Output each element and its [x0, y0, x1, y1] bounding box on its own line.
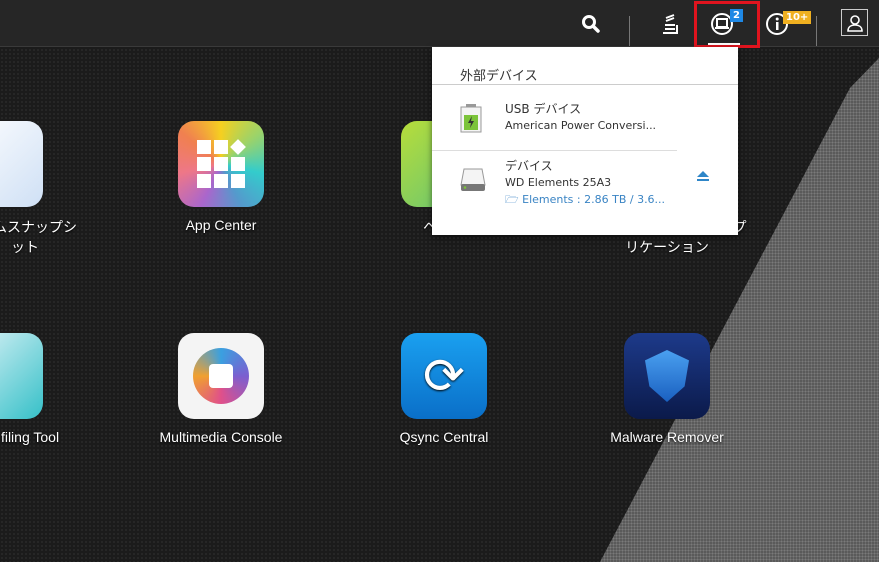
tasks-icon: [663, 14, 678, 34]
app-snapshot[interactable]: ムスナップシ ット: [0, 121, 85, 257]
device-name: American Power Conversi...: [505, 119, 657, 132]
malware-remover-icon: [624, 333, 710, 419]
device-type: USB デバイス: [505, 102, 582, 116]
volume-link[interactable]: 🗁 Elements : 2.86 TB / 3.6...: [505, 191, 665, 210]
snapshot-app-icon: [0, 121, 43, 207]
app-label: Multimedia Console: [159, 429, 283, 445]
qsync-icon: ⟳: [401, 333, 487, 419]
user-icon: [846, 14, 863, 32]
device-row-wd[interactable]: デバイス WD Elements 25A3 🗁 Elements : 2.86 …: [432, 152, 738, 222]
eject-icon[interactable]: [696, 170, 710, 182]
volume-usage: Elements : 2.86 TB / 3.6...: [522, 193, 666, 206]
background-tasks-button[interactable]: [655, 8, 685, 40]
app-malware-remover[interactable]: Malware Remover: [582, 333, 752, 445]
device-name: WD Elements 25A3: [505, 176, 612, 189]
app-app-center[interactable]: App Center: [136, 121, 306, 233]
search-icon: [582, 15, 600, 33]
dropdown-title: 外部デバイス: [432, 47, 738, 85]
hard-drive-icon: [460, 168, 486, 191]
app-label: Malware Remover: [610, 429, 724, 445]
highlight-box: [694, 1, 760, 48]
search-button[interactable]: [576, 8, 606, 40]
profiling-tool-icon: [0, 333, 43, 419]
folder-icon: 🗁: [505, 193, 519, 206]
top-bar: 2 10+: [0, 0, 879, 48]
external-devices-dropdown: 外部デバイス USB デバイス American Power Conversi.…: [432, 47, 738, 235]
app-label: ムスナップシ: [0, 219, 77, 235]
app-label: filing Tool: [0, 429, 60, 445]
device-row-usb[interactable]: USB デバイス American Power Conversi...: [432, 94, 677, 151]
app-label: App Center: [185, 217, 257, 233]
app-label: リケーション: [625, 239, 709, 255]
app-label: Qsync Central: [399, 429, 489, 445]
user-button[interactable]: [841, 9, 868, 36]
notifications-button[interactable]: 10+: [762, 8, 812, 40]
app-label: ット: [11, 239, 39, 255]
device-type: デバイス: [505, 159, 553, 173]
notification-count-badge: 10+: [783, 11, 812, 24]
app-center-icon: [178, 121, 264, 207]
multimedia-console-icon: [178, 333, 264, 419]
app-profiling-tool[interactable]: filing Tool: [0, 333, 85, 445]
app-qsync-central[interactable]: ⟳ Qsync Central: [359, 333, 529, 445]
battery-icon: [460, 104, 482, 133]
app-multimedia-console[interactable]: Multimedia Console: [136, 333, 306, 445]
